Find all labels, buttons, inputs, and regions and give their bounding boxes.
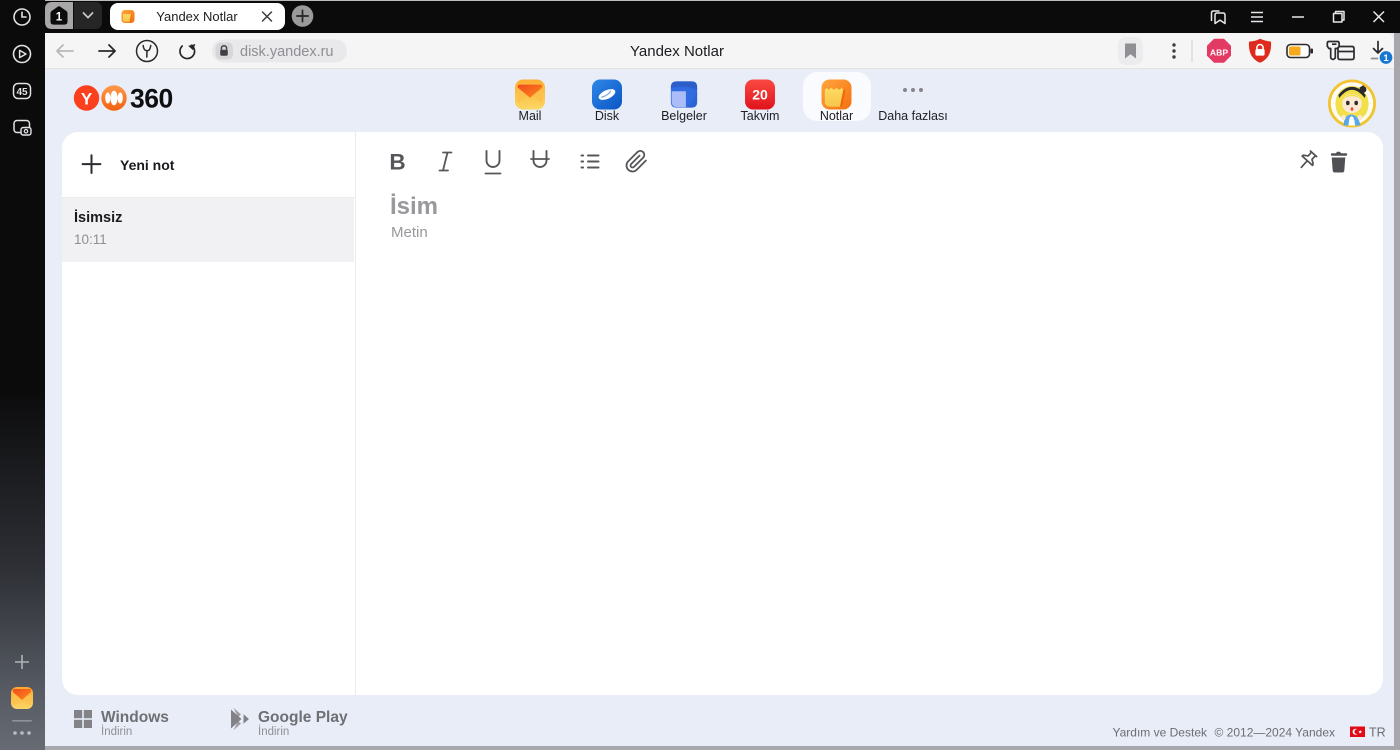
svg-text:45: 45 <box>16 87 28 98</box>
svg-text:Daha fazlası: Daha fazlası <box>878 109 947 123</box>
svg-text:ABP: ABP <box>1210 48 1228 58</box>
svg-text:Belgeler: Belgeler <box>661 109 707 123</box>
svg-text:İndirin: İndirin <box>258 725 289 738</box>
svg-text:B: B <box>389 150 405 175</box>
svg-text:Yandex Notlar: Yandex Notlar <box>630 43 724 60</box>
svg-text:20: 20 <box>752 87 768 103</box>
svg-text:Notlar: Notlar <box>820 109 853 123</box>
svg-text:disk.yandex.ru: disk.yandex.ru <box>240 44 334 60</box>
svg-text:360: 360 <box>130 84 173 114</box>
svg-text:Google Play: Google Play <box>258 709 348 726</box>
svg-text:© 2012—2024 Yandex: © 2012—2024 Yandex <box>1215 726 1336 740</box>
svg-text:Takvim: Takvim <box>741 109 780 123</box>
svg-text:Disk: Disk <box>595 109 620 123</box>
svg-text:İndirin: İndirin <box>101 725 132 738</box>
svg-text:Windows: Windows <box>101 709 169 726</box>
svg-text:1: 1 <box>1383 53 1389 64</box>
svg-text:Yardım ve Destek: Yardım ve Destek <box>1113 726 1208 740</box>
svg-text:1: 1 <box>56 12 63 24</box>
svg-text:Mail: Mail <box>519 109 542 123</box>
svg-text:Yandex Notlar: Yandex Notlar <box>156 9 238 24</box>
svg-text:TR: TR <box>1369 726 1386 740</box>
svg-text:Y: Y <box>81 89 93 108</box>
